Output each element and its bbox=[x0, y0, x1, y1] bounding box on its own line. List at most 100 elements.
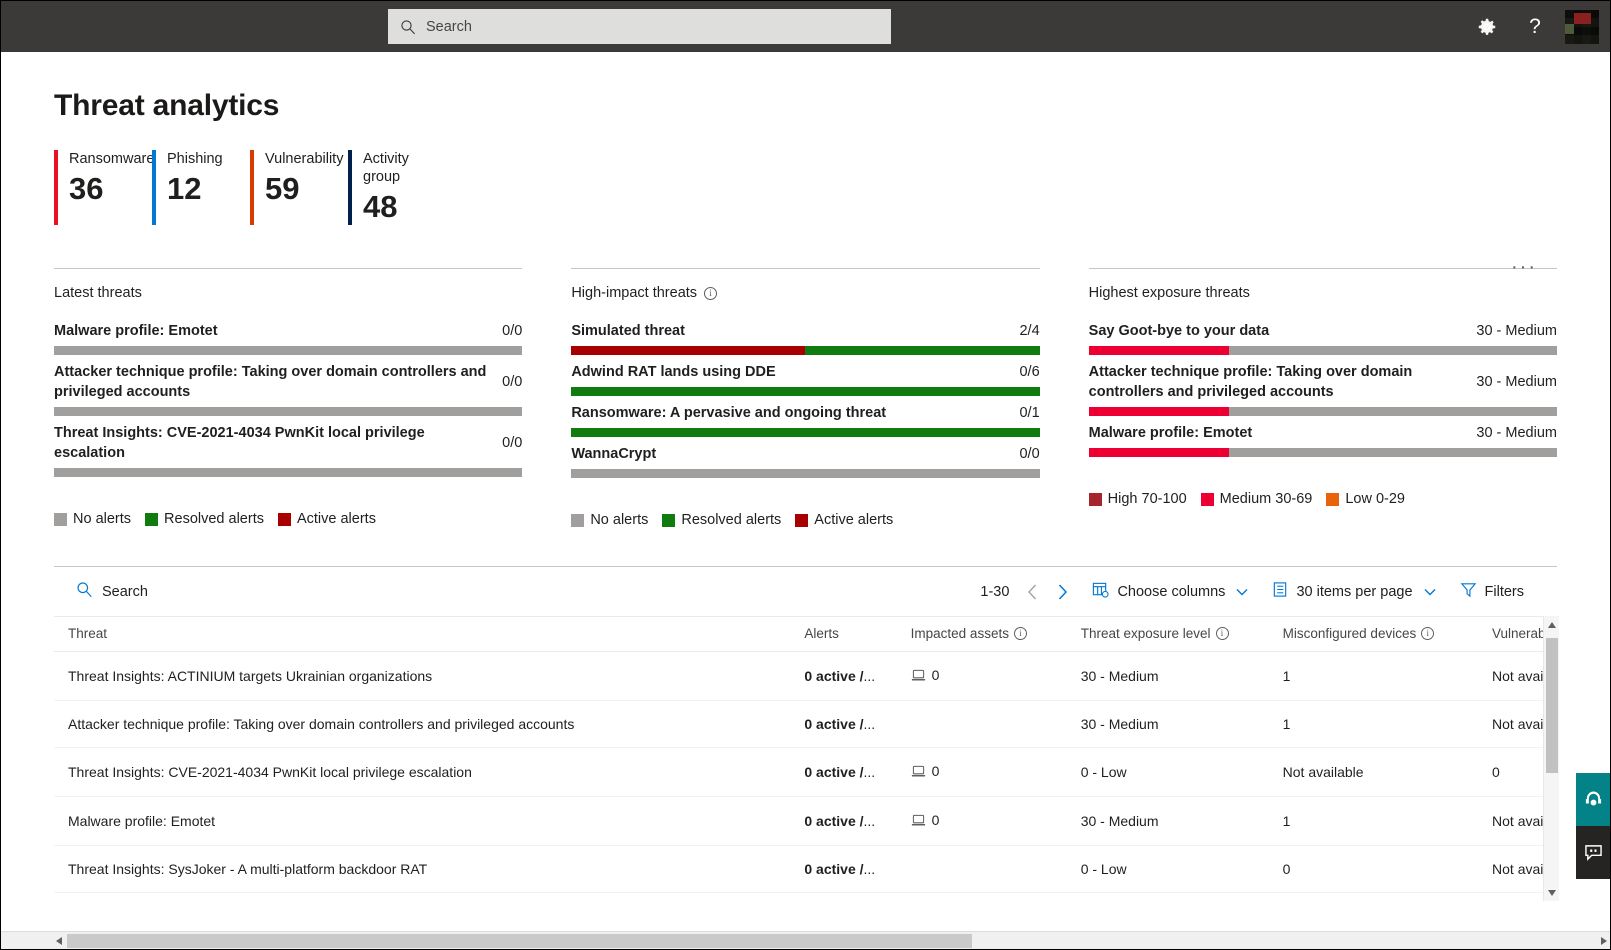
threat-row[interactable]: Threat Insights: CVE-2021-4034 PwnKit lo… bbox=[54, 423, 523, 477]
threat-row-name[interactable]: Attacker technique profile: Taking over … bbox=[54, 362, 490, 402]
filters-button[interactable]: Filters bbox=[1451, 576, 1533, 608]
card-title: Latest threats bbox=[54, 285, 522, 301]
cell-impacted-assets: 0 bbox=[910, 747, 1081, 797]
threat-row[interactable]: Attacker technique profile: Taking over … bbox=[54, 362, 523, 416]
cell-threat-name[interactable]: Attacker technique profile: Taking over … bbox=[54, 700, 805, 748]
choose-columns-button[interactable]: Choose columns bbox=[1083, 576, 1257, 608]
threat-row-header: Attacker technique profile: Taking over … bbox=[1089, 362, 1557, 402]
filters-label: Filters bbox=[1484, 583, 1524, 600]
column-header-content: Alerts bbox=[804, 626, 910, 641]
alerts-truncated: ... bbox=[863, 668, 876, 684]
threat-row[interactable]: Ransomware: A pervasive and ongoing thre… bbox=[571, 403, 1040, 437]
cell-misconfigured-devices: 1 bbox=[1282, 796, 1493, 846]
table-row[interactable]: Attacker technique profile: Taking over … bbox=[54, 700, 1557, 748]
info-icon[interactable]: i bbox=[704, 286, 718, 300]
threat-row-bar bbox=[1088, 346, 1557, 355]
grid-column-header-threat[interactable]: Threat bbox=[54, 617, 805, 652]
kpi-phishing[interactable]: Phishing 12 bbox=[152, 150, 250, 225]
grid-vertical-scroll-thumb[interactable] bbox=[1546, 638, 1558, 773]
threat-row-name[interactable]: WannaCrypt bbox=[571, 444, 656, 464]
column-header-label: Impacted assets bbox=[910, 626, 1009, 641]
help-question-icon[interactable]: ? bbox=[1511, 1, 1559, 52]
items-per-page-button[interactable]: 30 items per page bbox=[1263, 576, 1444, 608]
threat-row[interactable]: Malware profile: Emotet 0/0 bbox=[54, 321, 523, 355]
info-icon[interactable]: i bbox=[1421, 627, 1435, 640]
cell-threat-name[interactable]: Threat Insights: CVE-2021-4034 PwnKit lo… bbox=[54, 747, 805, 797]
threat-row-name[interactable]: Say Goot-bye to your data bbox=[1089, 321, 1269, 341]
scroll-up-arrow-icon[interactable] bbox=[1544, 616, 1560, 633]
bar-segment bbox=[1088, 346, 1230, 355]
legend-swatch bbox=[795, 513, 809, 527]
threat-row[interactable]: Say Goot-bye to your data 30 - Medium bbox=[1088, 321, 1557, 355]
scroll-left-arrow-icon[interactable] bbox=[50, 932, 67, 949]
threat-row[interactable]: Simulated threat 2/4 bbox=[571, 321, 1040, 355]
table-row[interactable]: Threat Insights: SysJoker - A multi-plat… bbox=[54, 845, 1557, 893]
legend-item: Resolved alerts bbox=[662, 512, 781, 528]
threat-row[interactable]: Adwind RAT lands using DDE 0/6 bbox=[571, 362, 1040, 396]
threat-row-header: Malware profile: Emotet 0/0 bbox=[54, 321, 522, 341]
grid-body: Threat Insights: ACTINIUM targets Ukrain… bbox=[54, 651, 1557, 899]
global-search-input[interactable]: Search bbox=[388, 9, 891, 44]
scroll-down-arrow-icon[interactable] bbox=[1544, 884, 1560, 901]
grid-column-header-exposure[interactable]: Threat exposure level i bbox=[1080, 617, 1283, 652]
cell-threat-name[interactable]: Threat Insights: SysJoker - A multi-plat… bbox=[54, 845, 805, 893]
threat-row-name[interactable]: Simulated threat bbox=[571, 321, 685, 341]
threat-row[interactable]: WannaCrypt 0/0 bbox=[571, 444, 1040, 478]
cell-threat-name[interactable]: Say Goot-bye to your data bbox=[54, 892, 805, 899]
table-row[interactable]: Say Goot-bye to your data0 active /...03… bbox=[54, 892, 1557, 899]
threat-row-header: WannaCrypt 0/0 bbox=[571, 444, 1039, 464]
threat-row-name[interactable]: Adwind RAT lands using DDE bbox=[571, 362, 775, 382]
threat-row-name[interactable]: Malware profile: Emotet bbox=[54, 321, 218, 341]
kpi-activity-group[interactable]: Activity group 48 bbox=[348, 150, 446, 225]
kpi-tiles: Ransomware 36 Phishing 12 Vulnerability … bbox=[54, 150, 1610, 225]
kpi-label: Ransomware bbox=[69, 151, 155, 167]
threat-row-name[interactable]: Attacker technique profile: Taking over … bbox=[1089, 362, 1465, 402]
threat-row-bar bbox=[571, 387, 1040, 396]
global-search-placeholder: Search bbox=[426, 18, 472, 35]
bar-segment bbox=[805, 346, 1040, 355]
table-search-input[interactable]: Search bbox=[76, 581, 148, 603]
kpi-ransomware[interactable]: Ransomware 36 bbox=[54, 150, 155, 225]
grid-vertical-scrollbar[interactable] bbox=[1543, 616, 1559, 901]
alerts-active-count: 0 active / bbox=[804, 764, 864, 780]
info-icon[interactable]: i bbox=[1215, 627, 1229, 640]
page-horizontal-scrollbar[interactable] bbox=[1, 931, 1610, 949]
table-row[interactable]: Malware profile: Emotet 0 active /... 0 30 … bbox=[54, 796, 1557, 846]
legend-swatch bbox=[571, 513, 585, 527]
table-row[interactable]: Threat Insights: CVE-2021-4034 PwnKit lo… bbox=[54, 747, 1557, 797]
summary-cards: Latest threats Malware profile: Emotet 0/… bbox=[1, 268, 1610, 528]
threat-row[interactable]: Malware profile: Emotet 30 - Medium bbox=[1088, 423, 1557, 457]
threat-row-name[interactable]: Malware profile: Emotet bbox=[1089, 423, 1253, 443]
feedback-chat-icon[interactable] bbox=[1576, 826, 1610, 879]
cell-impacted-assets: 0 bbox=[910, 892, 1081, 899]
card-title-text: High-impact threats bbox=[571, 285, 698, 301]
legend-latest: No alerts Resolved alerts Active alerts bbox=[54, 511, 522, 527]
threat-row-name[interactable]: Ransomware: A pervasive and ongoing thre… bbox=[571, 403, 886, 423]
threats-grid: Threat Alerts Impacted assets i Threat expos… bbox=[54, 617, 1557, 899]
threat-row[interactable]: Attacker technique profile: Taking over … bbox=[1088, 362, 1557, 416]
threats-table-section: Search 1-30 Choose columns 30 items per … bbox=[54, 566, 1559, 901]
grid-column-header-alerts[interactable]: Alerts bbox=[804, 617, 911, 652]
cell-threat-name[interactable]: Malware profile: Emotet bbox=[54, 796, 805, 846]
grid-column-header-assets[interactable]: Impacted assets i bbox=[910, 617, 1081, 652]
search-icon bbox=[76, 581, 93, 603]
gear-icon[interactable] bbox=[1463, 1, 1511, 52]
table-row[interactable]: Threat Insights: ACTINIUM targets Ukrain… bbox=[54, 651, 1557, 701]
grid-column-header-misconf[interactable]: Misconfigured devices i bbox=[1282, 617, 1493, 652]
avatar[interactable] bbox=[1565, 9, 1599, 44]
threat-row-name[interactable]: Threat Insights: CVE-2021-4034 PwnKit lo… bbox=[54, 423, 490, 463]
legend-item: High 70-100 bbox=[1088, 491, 1187, 507]
page-horizontal-scroll-thumb[interactable] bbox=[67, 934, 972, 948]
kpi-label: Vulnerability bbox=[265, 151, 344, 167]
legend-item: No alerts bbox=[54, 511, 131, 527]
support-headset-icon[interactable] bbox=[1576, 773, 1610, 826]
previous-page-button[interactable] bbox=[1017, 577, 1047, 607]
bar-segment bbox=[1088, 407, 1230, 416]
info-icon[interactable]: i bbox=[1013, 627, 1027, 640]
cell-threat-name[interactable]: Threat Insights: ACTINIUM targets Ukrain… bbox=[54, 651, 805, 701]
next-page-button[interactable] bbox=[1047, 577, 1077, 607]
impacted-assets-count: 0 bbox=[931, 763, 940, 779]
scroll-right-arrow-icon[interactable] bbox=[1595, 932, 1610, 949]
more-actions-button[interactable]: ··· bbox=[1511, 257, 1537, 277]
kpi-vulnerability[interactable]: Vulnerability 59 bbox=[250, 150, 348, 225]
